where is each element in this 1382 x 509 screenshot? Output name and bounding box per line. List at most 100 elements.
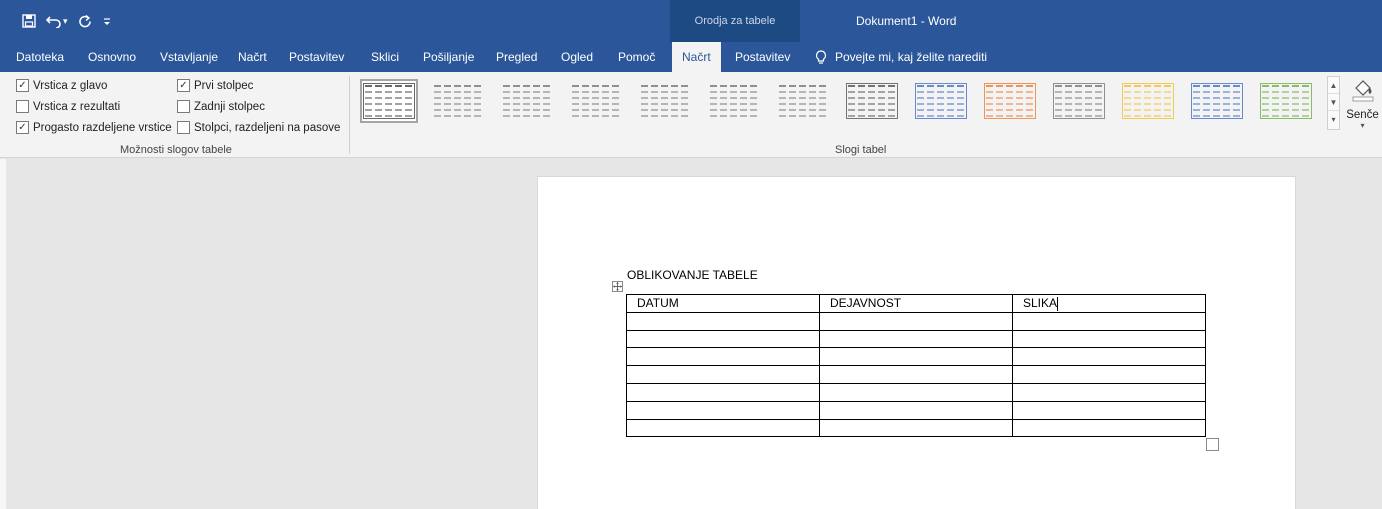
table-cell[interactable] [1012, 311, 1206, 331]
table-cell[interactable] [626, 329, 820, 349]
workspace-left-strip [0, 159, 6, 509]
table-header-cell[interactable]: SLIKA [1012, 294, 1206, 313]
table-cell[interactable] [819, 382, 1013, 402]
table-style-preview-icon [710, 85, 757, 117]
table-style-preview-icon [915, 83, 967, 119]
header-row-checkbox[interactable]: ✓ [16, 79, 29, 92]
table-style-thumbnail[interactable] [1119, 79, 1177, 123]
table-style-thumbnail[interactable] [843, 79, 901, 123]
tab-design[interactable]: Načrt [238, 42, 267, 72]
table-style-preview-icon [846, 83, 898, 119]
table-style-thumbnail[interactable] [429, 79, 487, 123]
table-cell[interactable] [626, 382, 820, 402]
tab-review[interactable]: Pregled [496, 42, 537, 72]
document-table: DATUM DEJAVNOST SLIKA [626, 294, 1206, 438]
first-column-label: Prvi stolpec [194, 79, 254, 92]
option-banded-columns[interactable]: Stolpci, razdeljeni na pasove [177, 121, 340, 134]
tab-insert[interactable]: Vstavljanje [160, 42, 218, 72]
tab-mailings[interactable]: Pošiljanje [423, 42, 474, 72]
table-style-thumbnail[interactable] [705, 79, 763, 123]
save-icon[interactable] [22, 9, 36, 33]
shading-label: Senče [1346, 109, 1379, 121]
gallery-up-icon[interactable]: ▲ [1328, 77, 1339, 94]
option-banded-rows[interactable]: ✓ Progasto razdeljene vrstice [16, 121, 172, 134]
table-cell[interactable] [626, 400, 820, 420]
table-style-preview-icon [434, 85, 481, 117]
table-header-cell[interactable]: DEJAVNOST [819, 294, 1013, 313]
option-header-row[interactable]: ✓ Vrstica z glavo [16, 79, 107, 92]
gallery-down-icon[interactable]: ▼ [1328, 94, 1339, 111]
tab-table-layout[interactable]: Postavitev [735, 42, 790, 72]
table-cell[interactable] [819, 418, 1013, 438]
table-cell[interactable] [626, 347, 820, 367]
option-last-column[interactable]: Zadnji stolpec [177, 100, 265, 113]
table-cell[interactable] [626, 365, 820, 384]
table-cell[interactable] [819, 400, 1013, 420]
table-cell[interactable] [1012, 418, 1206, 438]
customize-icon[interactable] [102, 9, 112, 33]
table-row [626, 311, 1206, 331]
table-header-cell[interactable]: DATUM [626, 294, 820, 313]
table-style-thumbnail[interactable] [1257, 79, 1315, 123]
table-style-thumbnail[interactable] [360, 79, 418, 123]
table-cell[interactable] [1012, 329, 1206, 349]
last-column-checkbox[interactable] [177, 100, 190, 113]
paint-bucket-icon [1350, 76, 1376, 105]
shading-button[interactable]: Senče ▾ [1343, 76, 1382, 156]
table-style-thumbnail[interactable] [912, 79, 970, 123]
table-style-thumbnail[interactable] [498, 79, 556, 123]
table-style-thumbnail[interactable] [1050, 79, 1108, 123]
total-row-checkbox[interactable] [16, 100, 29, 113]
table-style-preview-icon [984, 83, 1036, 119]
table-row [626, 382, 1206, 402]
table-style-thumbnail[interactable] [567, 79, 625, 123]
undo-dropdown-icon[interactable]: ▾ [63, 16, 68, 27]
banded-rows-checkbox[interactable]: ✓ [16, 121, 29, 134]
total-row-label: Vrstica z rezultati [33, 100, 121, 113]
header-row-label: Vrstica z glavo [33, 79, 108, 92]
tell-me-label: Povejte mi, kaj želite narediti [835, 50, 988, 64]
first-column-checkbox[interactable]: ✓ [177, 79, 190, 92]
table-cell[interactable] [626, 311, 820, 331]
last-column-label: Zadnji stolpec [194, 100, 265, 113]
table-cell[interactable] [1012, 347, 1206, 367]
table-style-thumbnail[interactable] [1188, 79, 1246, 123]
tab-file[interactable]: Datoteka [16, 42, 64, 72]
document-heading[interactable]: OBLIKOVANJE TABELE [627, 268, 758, 282]
table-cell[interactable] [819, 365, 1013, 384]
quick-access-toolbar: ▾ [0, 0, 112, 42]
option-total-row[interactable]: Vrstica z rezultati [16, 100, 120, 113]
tab-home[interactable]: Osnovno [88, 42, 136, 72]
tab-references[interactable]: Sklici [371, 42, 399, 72]
table-cell[interactable] [819, 347, 1013, 367]
table-cell[interactable] [819, 329, 1013, 349]
table-style-thumbnail[interactable] [774, 79, 832, 123]
undo-icon[interactable]: ▾ [46, 9, 68, 33]
table-row [626, 400, 1206, 420]
table-cell[interactable] [1012, 365, 1206, 384]
table-style-thumbnail[interactable] [636, 79, 694, 123]
tab-layout[interactable]: Postavitev [289, 42, 344, 72]
table-cell[interactable] [626, 418, 820, 438]
table-cell[interactable] [1012, 382, 1206, 402]
gallery-more-icon[interactable]: ▾ [1328, 111, 1339, 128]
table-style-preview-icon [503, 85, 550, 117]
title-bar: ▾ Orodja za tabele Dokument1 - Word [0, 0, 1382, 42]
tab-view[interactable]: Ogled [561, 42, 593, 72]
table-resize-handle[interactable] [1206, 438, 1219, 451]
tell-me-search[interactable]: Povejte mi, kaj želite narediti [815, 42, 987, 72]
table-move-handle-icon[interactable] [612, 281, 623, 292]
tab-table-design[interactable]: Načrt [672, 42, 721, 72]
tab-help[interactable]: Pomoč [618, 42, 655, 72]
table-style-thumbnail[interactable] [981, 79, 1039, 123]
table-header-row: DATUM DEJAVNOST SLIKA [626, 294, 1206, 313]
banded-columns-checkbox[interactable] [177, 121, 190, 134]
banded-rows-label: Progasto razdeljene vrstice [33, 121, 172, 134]
redo-icon[interactable] [78, 9, 92, 33]
table-cell[interactable] [819, 311, 1013, 331]
table-cell[interactable] [1012, 400, 1206, 420]
table-style-preview-icon [641, 85, 688, 117]
option-first-column[interactable]: ✓ Prvi stolpec [177, 79, 253, 92]
table-row [626, 347, 1206, 367]
table-style-options-group-label: Možnosti slogov tabele [120, 144, 232, 156]
